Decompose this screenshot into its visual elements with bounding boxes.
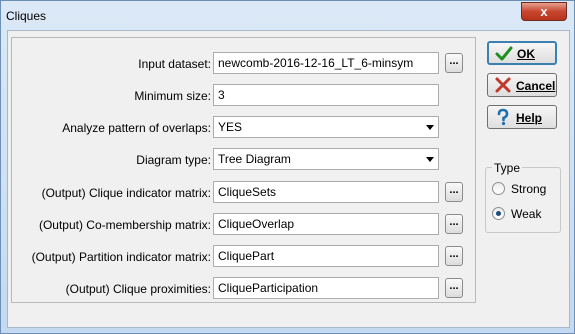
type-strong-option[interactable]: Strong — [492, 180, 558, 198]
parameters-panel: Input dataset: newcomb-2016-12-16_LT_6-m… — [11, 37, 476, 303]
clique-proximities-label: (Output) Clique proximities: — [65, 282, 211, 296]
co-membership-label: (Output) Co-membership matrix: — [38, 218, 211, 232]
title-bar[interactable]: Cliques x — [1, 1, 574, 29]
question-icon — [497, 108, 509, 126]
type-group-legend: Type — [492, 161, 523, 175]
input-dataset-browse-button[interactable]: ... — [445, 53, 463, 73]
input-dataset-field[interactable]: newcomb-2016-12-16_LT_6-minsym — [213, 52, 439, 74]
analyze-overlaps-value: YES — [218, 120, 243, 134]
ok-button[interactable]: OK — [487, 41, 557, 65]
field-row-clique-indicator: (Output) Clique indicator matrix: Clique… — [12, 181, 475, 205]
cancel-button-label: Cancel — [516, 79, 556, 93]
type-groupbox: Type Strong Weak — [485, 161, 561, 233]
dialog-body: Input dataset: newcomb-2016-12-16_LT_6-m… — [7, 30, 570, 328]
clique-proximities-browse-button[interactable]: ... — [445, 278, 463, 298]
cross-icon — [495, 77, 511, 93]
partition-indicator-label: (Output) Partition indicator matrix: — [31, 250, 211, 264]
co-membership-field[interactable]: CliqueOverlap — [213, 213, 439, 235]
field-row-minimum-size: Minimum size: 3 — [12, 84, 475, 108]
dropdown-arrow-icon — [426, 157, 434, 162]
checkmark-icon — [495, 46, 513, 61]
type-weak-option[interactable]: Weak — [492, 205, 558, 223]
clique-proximities-field[interactable]: CliqueParticipation — [213, 277, 439, 299]
window-title: Cliques — [6, 9, 47, 23]
clique-indicator-label: (Output) Clique indicator matrix: — [41, 186, 211, 200]
cliques-dialog: Cliques x Input dataset: newcomb-2016-12… — [0, 0, 575, 334]
co-membership-browse-button[interactable]: ... — [445, 214, 463, 234]
weak-radio-label: Weak — [511, 207, 542, 221]
clique-indicator-browse-button[interactable]: ... — [445, 182, 463, 202]
partition-indicator-browse-button[interactable]: ... — [445, 246, 463, 266]
field-row-co-membership: (Output) Co-membership matrix: CliqueOve… — [12, 213, 475, 237]
cancel-button[interactable]: Cancel — [487, 73, 557, 97]
ok-button-label: OK — [517, 47, 535, 61]
diagram-type-value: Tree Diagram — [218, 152, 291, 166]
help-button[interactable]: Help — [487, 105, 557, 129]
weak-radio[interactable] — [492, 207, 505, 220]
help-button-label: Help — [516, 111, 543, 125]
input-dataset-label: Input dataset: — [138, 57, 211, 71]
minimum-size-label: Minimum size: — [134, 89, 211, 103]
field-row-input-dataset: Input dataset: newcomb-2016-12-16_LT_6-m… — [12, 52, 475, 76]
strong-radio[interactable] — [492, 182, 505, 195]
minimum-size-field[interactable]: 3 — [213, 84, 439, 106]
partition-indicator-field[interactable]: CliquePart — [213, 245, 439, 267]
field-row-partition-indicator: (Output) Partition indicator matrix: Cli… — [12, 245, 475, 269]
field-row-diagram-type: Diagram type: Tree Diagram — [12, 148, 475, 172]
close-button[interactable]: x — [521, 2, 567, 21]
clique-indicator-field[interactable]: CliqueSets — [213, 181, 439, 203]
diagram-type-select[interactable]: Tree Diagram — [213, 148, 439, 170]
dropdown-arrow-icon — [426, 125, 434, 130]
field-row-clique-proximities: (Output) Clique proximities: CliqueParti… — [12, 277, 475, 301]
analyze-overlaps-label: Analyze pattern of overlaps: — [62, 121, 211, 135]
diagram-type-label: Diagram type: — [136, 153, 211, 167]
close-icon: x — [540, 4, 548, 19]
strong-radio-label: Strong — [511, 182, 547, 196]
field-row-analyze-overlaps: Analyze pattern of overlaps: YES — [12, 116, 475, 140]
analyze-overlaps-select[interactable]: YES — [213, 116, 439, 138]
